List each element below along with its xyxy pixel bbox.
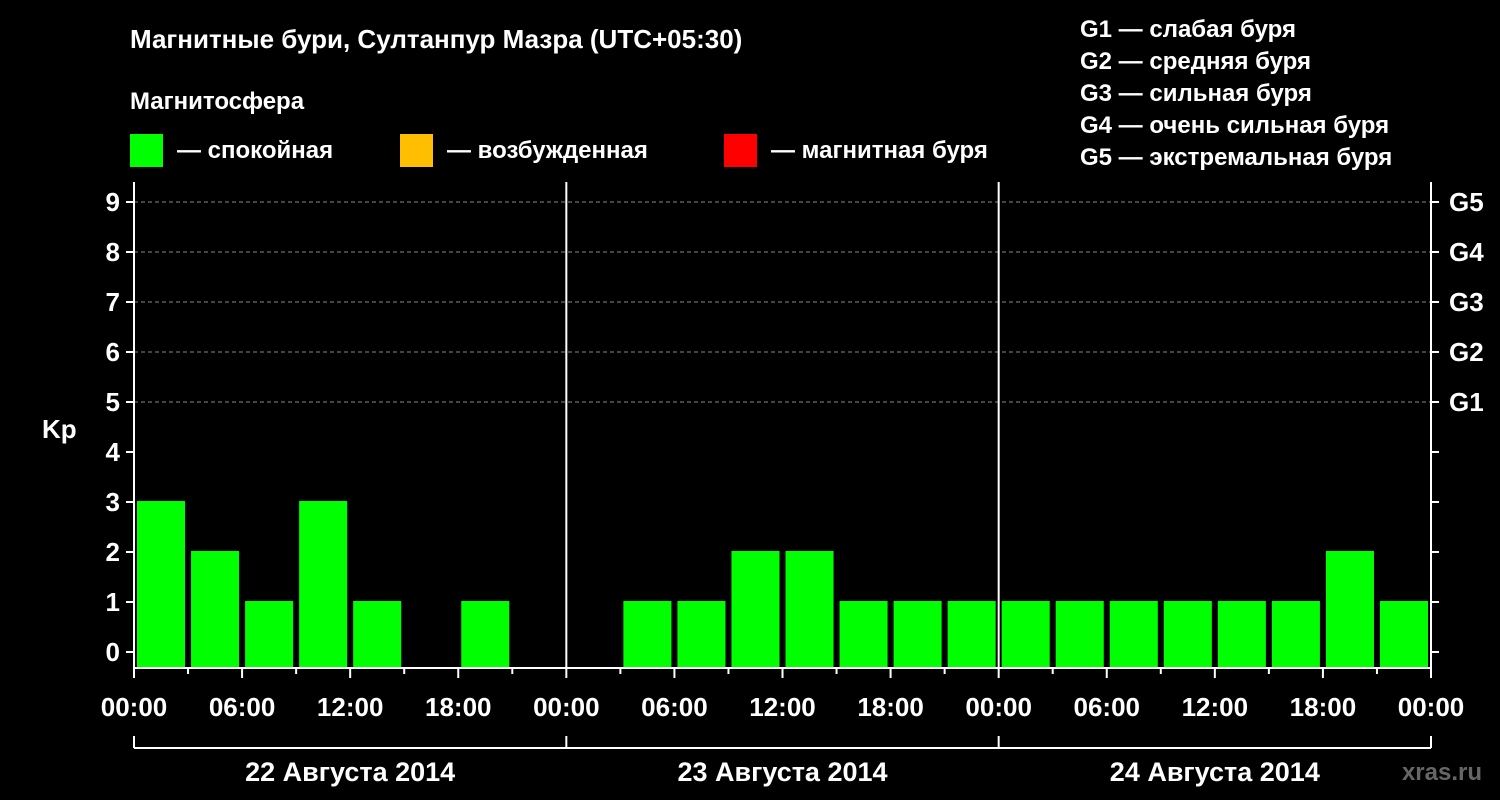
bar-9: [623, 601, 672, 668]
g-scale-item-3: G4 — очень сильная буря: [1080, 112, 1389, 139]
bar-17: [1055, 601, 1104, 668]
right-tick-label-1: G2: [1449, 337, 1484, 367]
y-tick-label-0: 0: [106, 637, 120, 667]
bar-4: [353, 601, 402, 668]
y-tick-label-6: 6: [106, 337, 120, 367]
chart-title: Магнитные бури, Султанпур Мазра (UTC+05:…: [130, 24, 742, 54]
y-tick-label-4: 4: [106, 437, 121, 467]
kp-chart: Магнитные бури, Султанпур Мазра (UTC+05:…: [42, 16, 1484, 787]
x-tick-label-4: 00:00: [533, 692, 600, 722]
bar-11: [731, 551, 780, 668]
x-tick-label-1: 06:00: [209, 692, 276, 722]
bar-15: [947, 601, 996, 668]
x-tick-label-3: 18:00: [425, 692, 492, 722]
bar-16: [1001, 601, 1050, 668]
legend-title: Магнитосфера: [130, 88, 305, 115]
legend-label-1: — возбужденная: [447, 137, 648, 164]
bar-20: [1217, 601, 1266, 668]
grid: [134, 201, 1431, 403]
axes: 0 1 2 3 4 5 6 7 8 9 G1 G2 G3 G4 G5 00:00 06:00 12:00 18:00…: [101, 182, 1484, 787]
y-tick-label-2: 2: [106, 537, 120, 567]
bar-23: [1379, 601, 1428, 668]
right-tick-label-3: G4: [1449, 237, 1484, 267]
x-tick-label-8: 00:00: [965, 692, 1032, 722]
bar-1: [191, 551, 240, 668]
bar-13: [839, 601, 888, 668]
bar-19: [1163, 601, 1212, 668]
bars: [137, 501, 1428, 668]
g-scale-item-1: G2 — средняя буря: [1080, 48, 1311, 75]
y-tick-label-1: 1: [106, 587, 120, 617]
legend: — спокойная — возбужденная — магнитная бур…: [130, 134, 988, 167]
day-label-0: 22 Августа 2014: [245, 757, 455, 787]
bar-6: [461, 601, 510, 668]
right-tick-label-4: G5: [1449, 187, 1484, 217]
day-label-1: 23 Августа 2014: [677, 757, 887, 787]
right-tick-label-0: G1: [1449, 387, 1484, 417]
g-scale-item-0: G1 — слабая буря: [1080, 16, 1296, 43]
bar-18: [1109, 601, 1158, 668]
legend-label-2: — магнитная буря: [771, 137, 988, 164]
bar-21: [1271, 601, 1320, 668]
g-scale-legend: G1 — слабая буря G2 — средняя буря G3 — си…: [1080, 16, 1392, 171]
x-tick-label-6: 12:00: [749, 692, 816, 722]
bar-10: [677, 601, 726, 668]
x-tick-label-9: 06:00: [1074, 692, 1141, 722]
y-tick-label-7: 7: [106, 287, 120, 317]
g-scale-item-2: G3 — сильная буря: [1080, 80, 1312, 107]
legend-swatch-0: [130, 134, 163, 167]
bar-0: [137, 501, 186, 668]
y-tick-label-5: 5: [106, 387, 120, 417]
x-tick-label-12: 00:00: [1398, 692, 1465, 722]
bar-2: [245, 601, 294, 668]
watermark: xras.ru: [1402, 759, 1482, 786]
x-tick-label-11: 18:00: [1290, 692, 1357, 722]
right-tick-label-2: G3: [1449, 287, 1484, 317]
day-label-2: 24 Августа 2014: [1110, 757, 1320, 787]
y-tick-label-3: 3: [106, 487, 120, 517]
y-axis-label: Kp: [42, 414, 77, 444]
x-tick-label-2: 12:00: [317, 692, 384, 722]
y-tick-label-8: 8: [106, 237, 120, 267]
bar-3: [299, 501, 348, 668]
bar-22: [1325, 551, 1374, 668]
bar-14: [893, 601, 942, 668]
legend-label-0: — спокойная: [177, 137, 333, 164]
bar-12: [785, 551, 834, 668]
legend-swatch-1: [400, 134, 433, 167]
x-tick-label-7: 18:00: [857, 692, 924, 722]
legend-swatch-2: [724, 134, 757, 167]
x-tick-label-0: 00:00: [101, 692, 168, 722]
y-tick-label-9: 9: [106, 187, 120, 217]
x-tick-label-10: 12:00: [1182, 692, 1249, 722]
x-tick-label-5: 06:00: [641, 692, 708, 722]
g-scale-item-4: G5 — экстремальная буря: [1080, 144, 1392, 171]
